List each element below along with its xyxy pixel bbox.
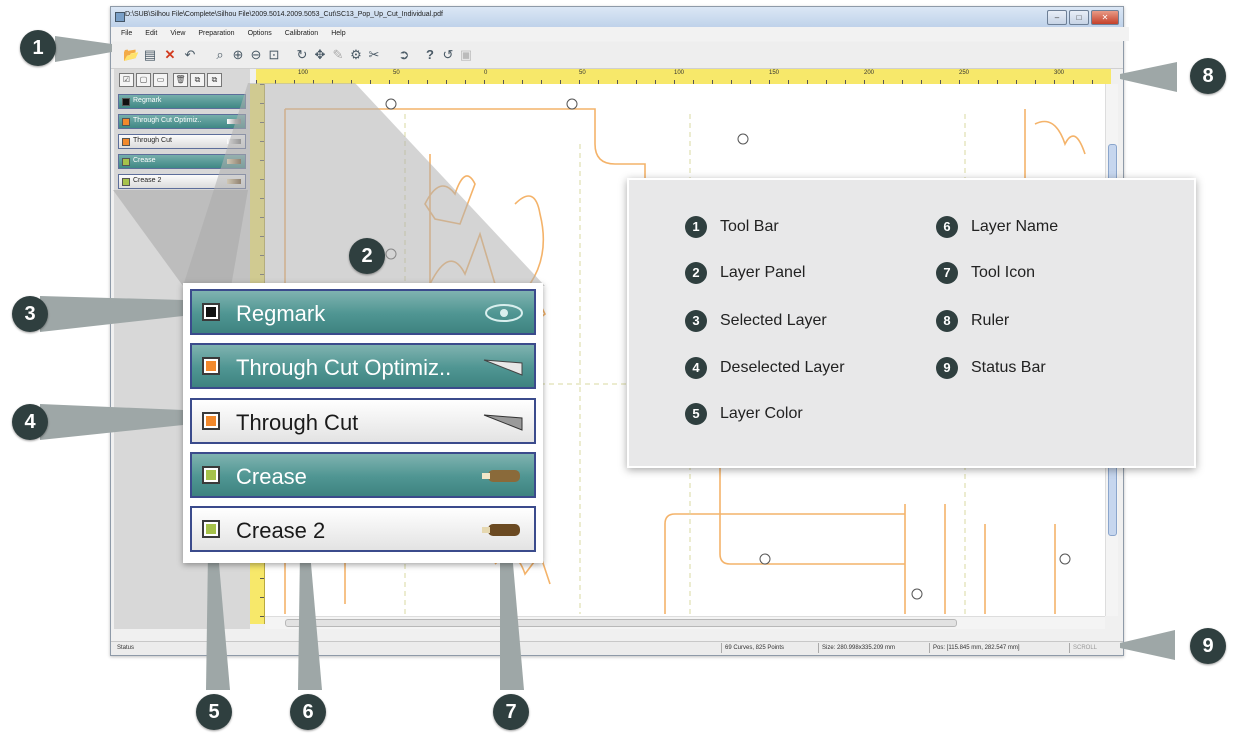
layer-name: Through Cut [236,410,359,435]
layer-row-regmark[interactable]: Regmark [190,289,536,335]
callout-selected-layer: 3 [12,296,48,332]
legend-label: Deselected Layer [720,359,845,376]
legend-label: Tool Icon [971,264,1036,281]
layer-row-through-cut[interactable]: Through Cut [190,398,536,444]
legend-label: Status Bar [971,359,1046,376]
legend-item: 5 Layer Color [685,403,803,425]
crease-tool-icon[interactable] [480,466,526,486]
legend-item: 2 Layer Panel [685,262,805,284]
layer-name: Through Cut Optimiz.. [236,355,452,380]
callout-layer-panel: 2 [349,238,385,274]
layer-name: Crease [236,464,307,489]
crease-tool-icon[interactable] [480,520,526,540]
legend-number: 9 [936,357,958,379]
legend-item: 9 Status Bar [936,357,1046,379]
legend-number: 2 [685,262,707,284]
legend-number: 3 [685,310,707,332]
legend-item: 4 Deselected Layer [685,357,845,379]
legend-panel: 1 Tool Bar 2 Layer Panel 3 Selected Layer 4… [627,178,1196,468]
legend-label: Layer Name [971,218,1059,235]
legend-number: 7 [936,262,958,284]
layer-name: Crease 2 [236,518,326,543]
eye-icon[interactable] [480,303,526,323]
layer-color-swatch[interactable] [202,357,220,375]
legend-item: 7 Tool Icon [936,262,1035,284]
callout-ruler: 8 [1190,58,1226,94]
legend-label: Tool Bar [720,218,779,235]
callout-layer-color: 5 [196,694,232,730]
legend-item: 3 Selected Layer [685,310,827,332]
callout-deselected-layer: 4 [12,404,48,440]
layer-color-swatch[interactable] [202,412,220,430]
blade-icon[interactable] [480,412,526,432]
callout-tool-icon: 7 [493,694,529,730]
layer-color-swatch[interactable] [202,466,220,484]
layer-panel-zoomed: Regmark Through Cut Optimiz.. Through Cu… [183,283,543,563]
callout-tool-bar: 1 [20,30,56,66]
legend-item: 8 Ruler [936,310,1009,332]
layer-row-crease[interactable]: Crease [190,452,536,498]
legend-number: 6 [936,216,958,238]
layer-row-crease-2[interactable]: Crease 2 [190,506,536,552]
blade-icon[interactable] [480,357,526,377]
legend-label: Selected Layer [720,312,827,329]
callout-status-bar: 9 [1190,628,1226,664]
legend-number: 8 [936,310,958,332]
layer-color-swatch[interactable] [202,520,220,538]
layer-color-swatch[interactable] [202,303,220,321]
legend-label: Layer Panel [720,264,806,281]
legend-item: 1 Tool Bar [685,216,779,238]
legend-item: 6 Layer Name [936,216,1058,238]
layer-row-through-cut-optimized[interactable]: Through Cut Optimiz.. [190,343,536,389]
legend-number: 4 [685,357,707,379]
legend-label: Layer Color [720,405,803,422]
legend-number: 1 [685,216,707,238]
legend-label: Ruler [971,312,1010,329]
legend-number: 5 [685,403,707,425]
callout-layer-name: 6 [290,694,326,730]
layer-name: Regmark [236,301,326,326]
